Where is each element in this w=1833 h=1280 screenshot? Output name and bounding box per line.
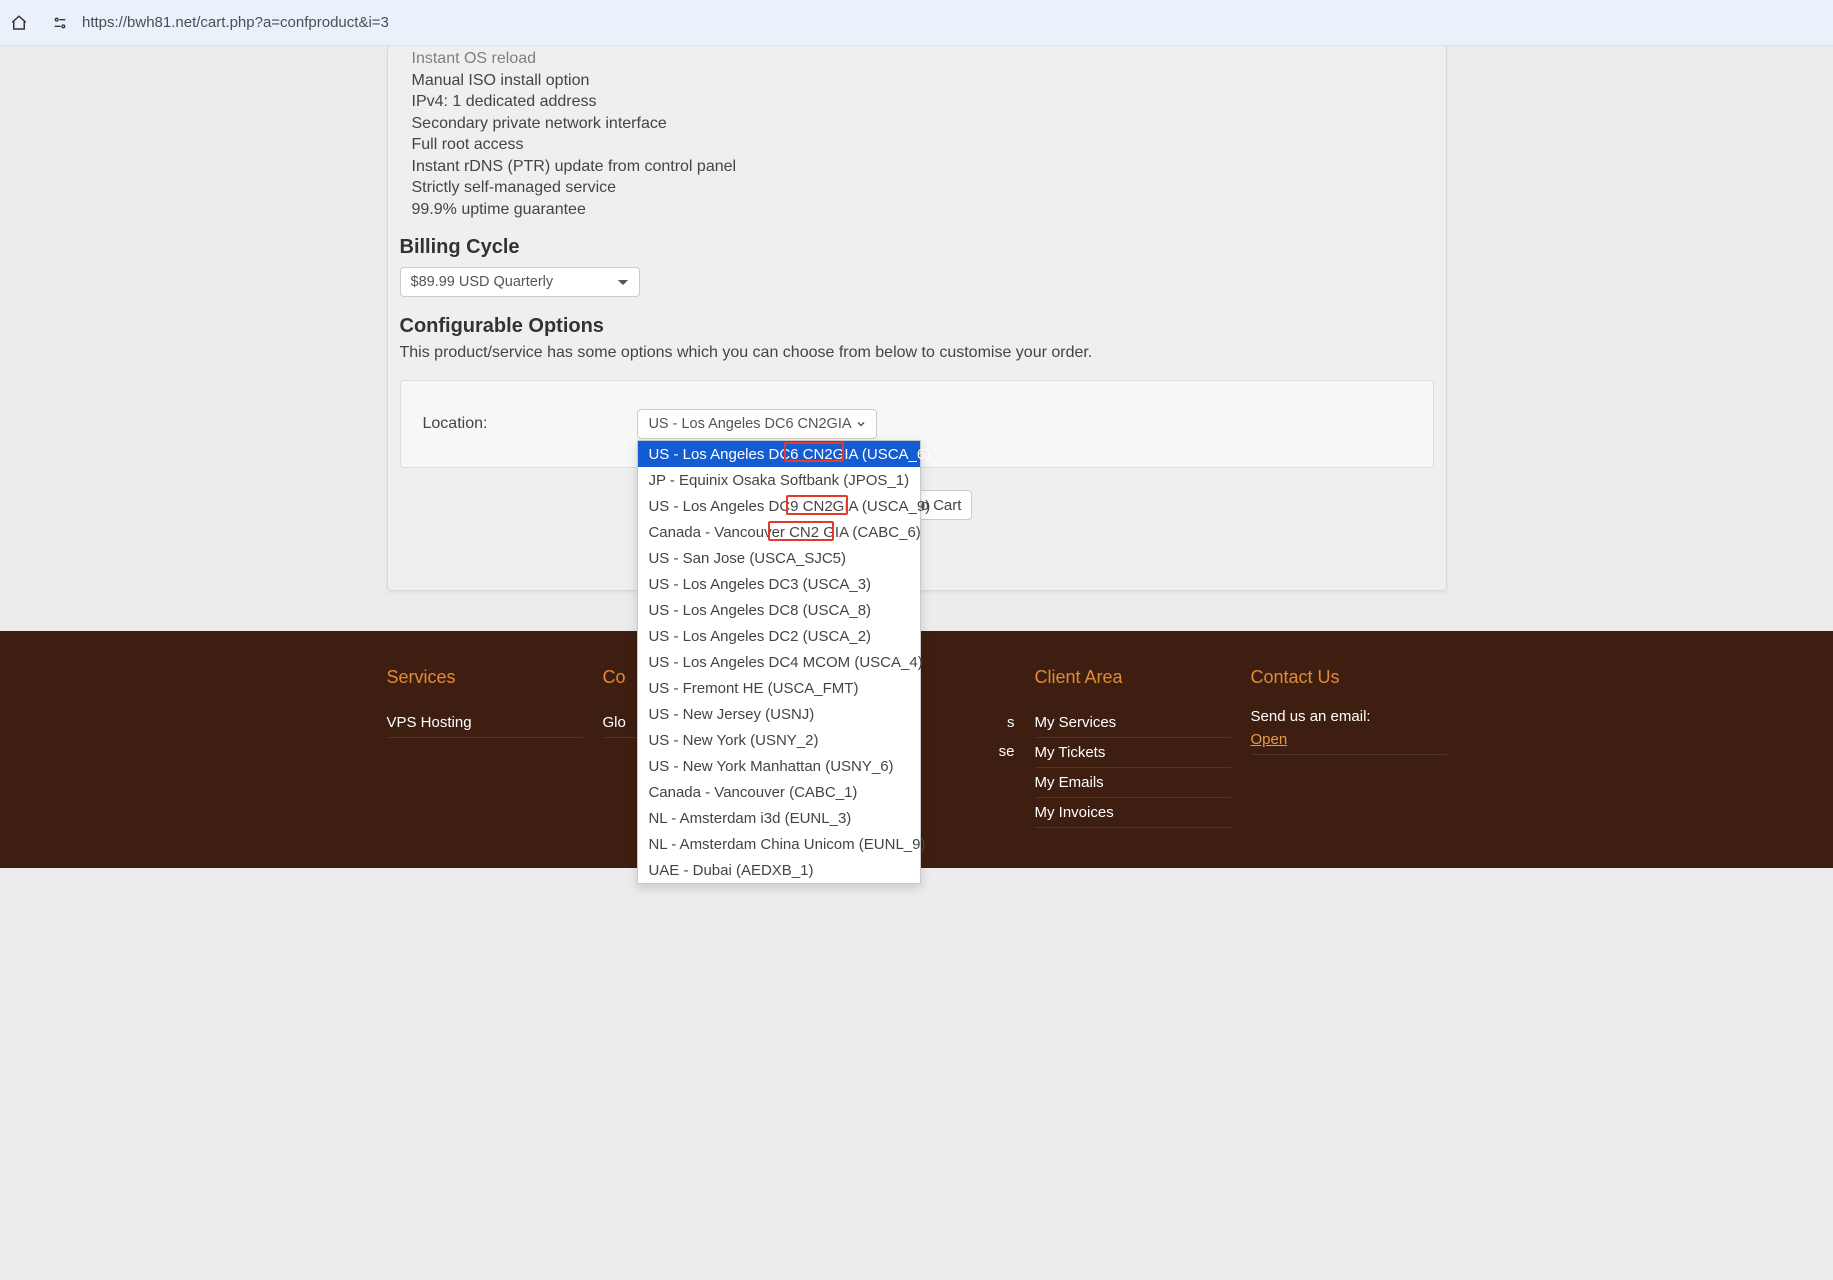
highlight-box [784, 442, 844, 462]
footer-contact-title: Contact Us [1251, 667, 1447, 688]
footer-services-title: Services [387, 667, 583, 688]
footer-link-my-invoices[interactable]: My Invoices [1035, 798, 1231, 828]
config-options-title: Configurable Options [388, 315, 1446, 338]
feature-line: Manual ISO install option [412, 70, 1422, 92]
footer-link-my-emails[interactable]: My Emails [1035, 768, 1231, 798]
url-text: https://bwh81.net/cart.php?a=confproduct… [78, 7, 389, 39]
footer-contact-text: Send us an email: Open [1251, 708, 1447, 755]
product-config-card: Instant OS reloadManual ISO install opti… [387, 46, 1447, 591]
feature-line: 99.9% uptime guarantee [412, 199, 1422, 221]
site-settings-icon[interactable] [52, 15, 68, 31]
footer-col-client-area: Client Area My Services My Tickets My Em… [1035, 667, 1231, 828]
feature-line: Secondary private network interface [412, 113, 1422, 135]
feature-line: Instant OS reload [412, 48, 1422, 70]
footer-link-vps-hosting[interactable]: VPS Hosting [387, 708, 583, 738]
highlight-box [768, 521, 834, 541]
address-bar[interactable]: https://bwh81.net/cart.php?a=confproduct… [40, 6, 401, 40]
footer-col-services: Services VPS Hosting [387, 667, 583, 828]
location-option[interactable]: US - New Jersey (USNJ) [638, 701, 920, 727]
feature-line: Instant rDNS (PTR) update from control p… [412, 156, 1422, 178]
location-option[interactable]: JP - Equinix Osaka Softbank (JPOS_1) [638, 467, 920, 493]
home-icon[interactable] [10, 14, 28, 32]
feature-line: IPv4: 1 dedicated address [412, 91, 1422, 113]
location-option[interactable]: US - Los Angeles DC9 CN2GIA (USCA_9) [638, 493, 920, 519]
location-option[interactable]: US - San Jose (USCA_SJC5) [638, 545, 920, 571]
location-option[interactable]: UAE - Dubai (AEDXB_1) [638, 857, 920, 883]
location-option[interactable]: US - Los Angeles DC2 (USCA_2) [638, 623, 920, 649]
location-option[interactable]: Canada - Vancouver (CABC_1) [638, 779, 920, 805]
location-option[interactable]: NL - Amsterdam i3d (EUNL_3) [638, 805, 920, 831]
feature-line: Full root access [412, 134, 1422, 156]
location-option[interactable]: US - New York (USNY_2) [638, 727, 920, 753]
config-options-desc: This product/service has some options wh… [388, 338, 1446, 380]
feature-list: Instant OS reloadManual ISO install opti… [388, 46, 1446, 236]
footer-link-my-services[interactable]: My Services [1035, 708, 1231, 738]
footer-link-my-tickets[interactable]: My Tickets [1035, 738, 1231, 768]
footer-col-contact: Contact Us Send us an email: Open [1251, 667, 1447, 828]
billing-cycle-select[interactable]: $89.99 USD Quarterly [400, 267, 640, 297]
location-select[interactable]: US - Los Angeles DC6 CN2GIA ( [637, 409, 877, 439]
billing-cycle-title: Billing Cycle [388, 236, 1446, 259]
footer-client-title: Client Area [1035, 667, 1231, 688]
location-label: Location: [423, 415, 488, 433]
browser-bar: https://bwh81.net/cart.php?a=confproduct… [0, 0, 1833, 46]
highlight-box [786, 495, 848, 515]
location-option[interactable]: Canada - Vancouver CN2 GIA (CABC_6) [638, 519, 920, 545]
location-option[interactable]: NL - Amsterdam China Unicom (EUNL_9) [638, 831, 920, 857]
location-option[interactable]: US - Los Angeles DC6 CN2GIA (USCA_6) [638, 441, 920, 467]
location-option[interactable]: US - New York Manhattan (USNY_6) [638, 753, 920, 779]
location-option[interactable]: US - Los Angeles DC3 (USCA_3) [638, 571, 920, 597]
location-dropdown[interactable]: US - Los Angeles DC6 CN2GIA (USCA_6)JP -… [637, 440, 921, 884]
footer-contact-open-link[interactable]: Open [1251, 725, 1447, 755]
feature-line: Strictly self-managed service [412, 177, 1422, 199]
location-option[interactable]: US - Los Angeles DC8 (USCA_8) [638, 597, 920, 623]
location-option[interactable]: US - Los Angeles DC4 MCOM (USCA_4) [638, 649, 920, 675]
config-box: Location: US - Los Angeles DC6 CN2GIA ( … [400, 380, 1434, 468]
location-option[interactable]: US - Fremont HE (USCA_FMT) [638, 675, 920, 701]
